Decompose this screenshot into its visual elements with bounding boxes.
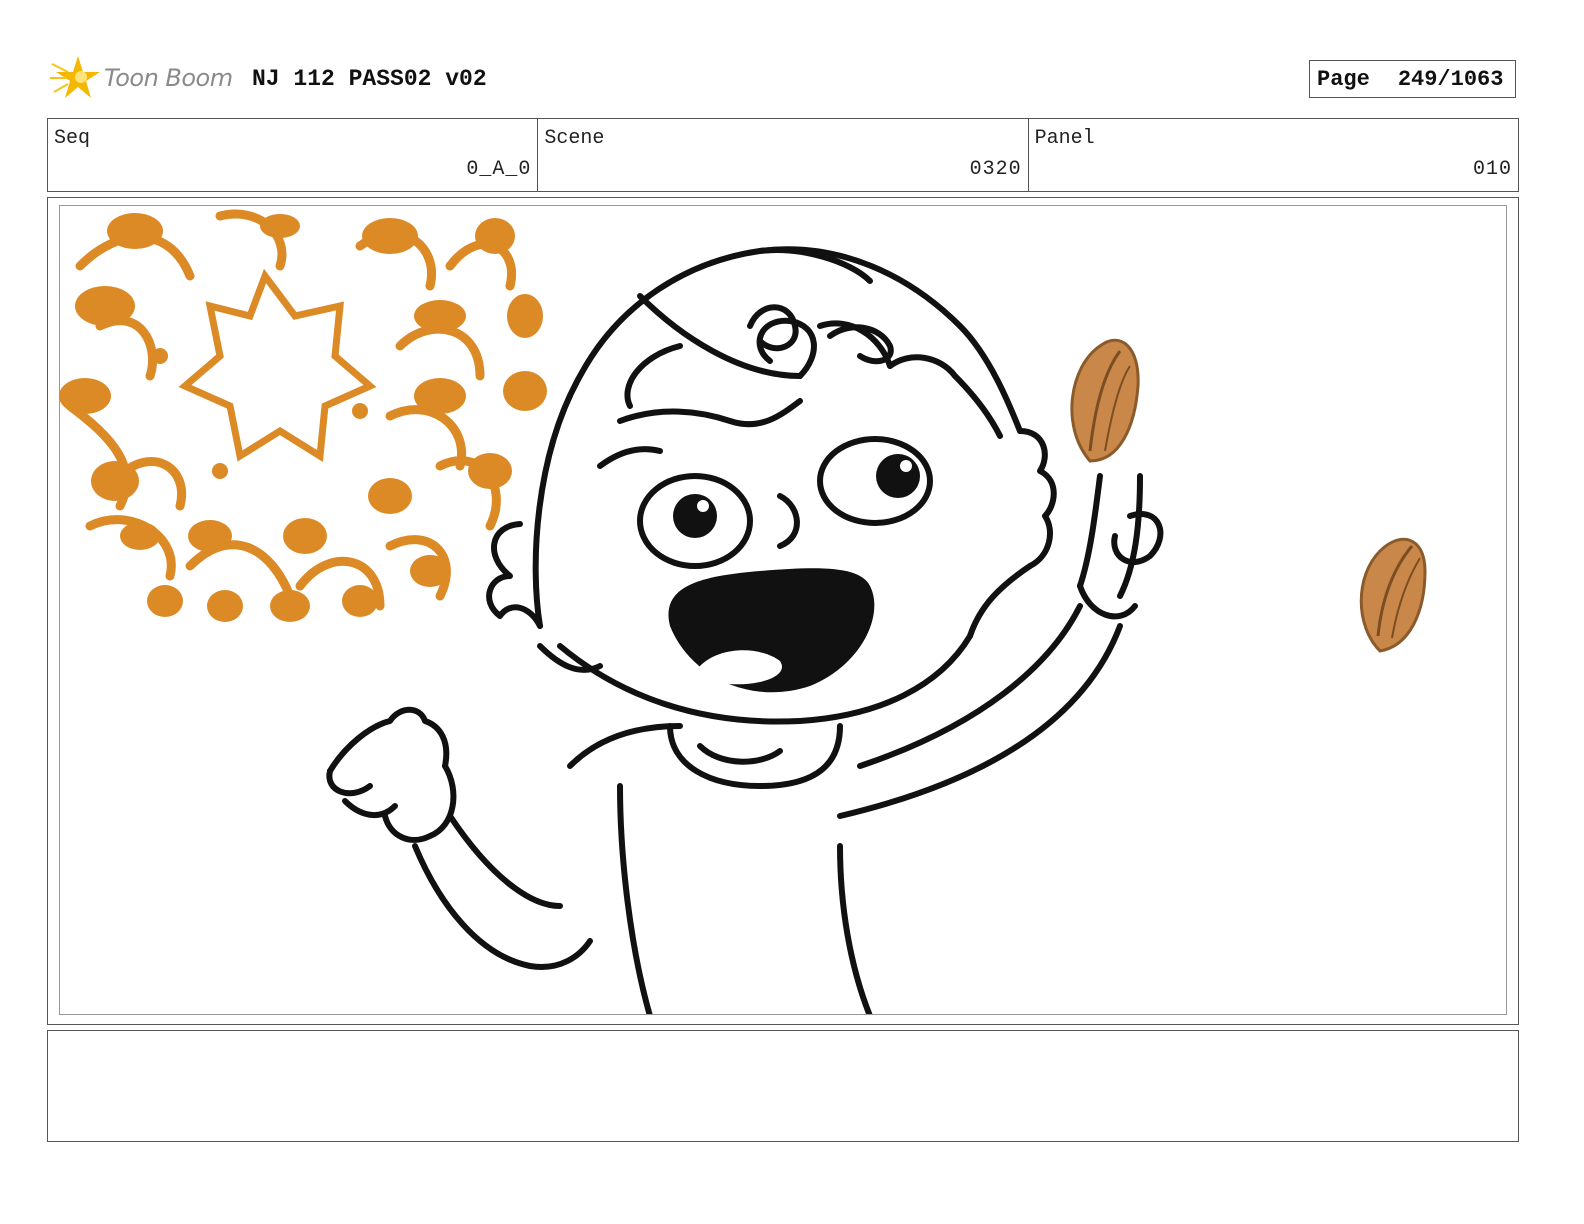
document-title: NJ 112 PASS02 v02 [252,66,487,92]
panel-drawing [60,209,1427,1014]
panel-cell: Panel 010 [1029,119,1518,191]
page-number: 249/1063 [1397,66,1504,92]
toon-boom-logo: Toon Boom [50,50,240,106]
almond-in-hand [1070,338,1140,463]
shot-info-row: Seq 0_A_0 Scene 0320 Panel 010 [47,118,1519,192]
panel-label: Panel [1034,127,1095,150]
panel-notes-box [47,1030,1519,1142]
logo-text: Toon Boom [104,64,233,92]
page-indicator: Page 249/1063 [1309,60,1516,98]
orange-ornament-dots [60,213,547,622]
scene-value: 0320 [969,158,1022,181]
falling-almond [1359,537,1427,653]
scene-label: Scene [544,127,605,150]
panel-value: 010 [1472,158,1512,181]
storyboard-panel [47,197,1519,1025]
page-label: Page [1317,66,1370,92]
seq-cell: Seq 0_A_0 [48,119,539,191]
scene-cell: Scene 0320 [538,119,1029,191]
panel-safe-area [59,205,1507,1015]
seq-label: Seq [54,127,91,150]
star-burst-icon [50,56,100,98]
seq-value: 0_A_0 [466,158,532,181]
character-fills [668,454,920,693]
